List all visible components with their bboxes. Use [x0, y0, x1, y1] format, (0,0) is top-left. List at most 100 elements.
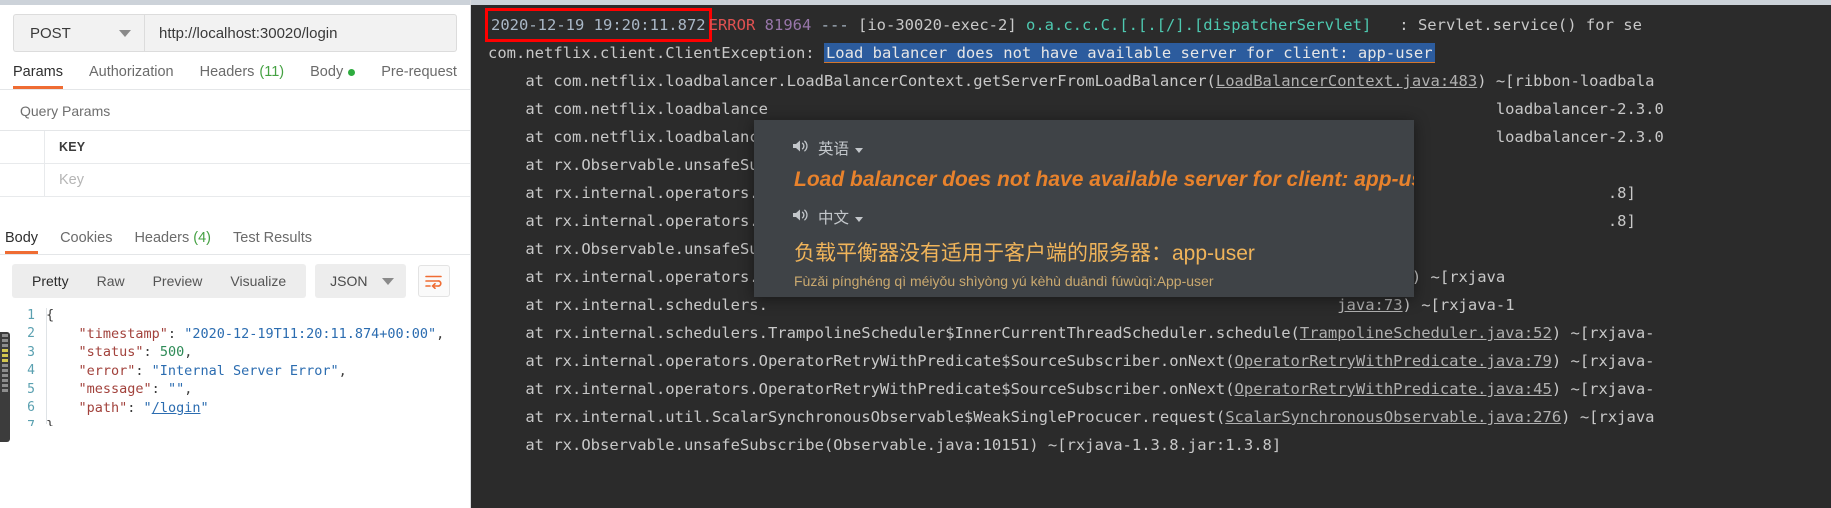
json-value: ""	[167, 381, 185, 398]
chevron-down-icon[interactable]	[855, 147, 864, 153]
format-visualize-button[interactable]: Visualize	[216, 264, 300, 298]
tab-body[interactable]: Body	[310, 64, 356, 89]
code-line: 2 "timestamp": "2020-12-19T11:20:11.874+…	[0, 325, 470, 344]
code-line: 1 {	[0, 306, 470, 325]
format-preview-button[interactable]: Preview	[139, 264, 217, 298]
query-params-table: KEY Key	[0, 130, 470, 197]
http-method-select[interactable]: POST	[13, 14, 144, 52]
body-present-dot-icon	[348, 68, 356, 76]
log-thread: [io-30020-exec-2]	[858, 16, 1017, 34]
request-tabs: Params Authorization Headers (11) Body P…	[0, 52, 470, 90]
table-header-row: KEY	[0, 131, 470, 164]
json-key: "message"	[46, 381, 152, 398]
minimap-line	[2, 384, 8, 387]
popup-source-lang-row[interactable]: 英语	[792, 137, 1414, 159]
tab-pre-request-label: Pre-request	[381, 64, 457, 80]
tab-headers[interactable]: Headers (11)	[200, 64, 285, 89]
tab-response-headers-label: Headers	[134, 230, 190, 246]
selected-exception-message[interactable]: Load balancer does not have available se…	[823, 43, 1435, 63]
format-raw-button[interactable]: Raw	[83, 264, 139, 298]
minimap-line	[2, 349, 8, 352]
source-link[interactable]: OperatorRetryWithPredicate.java:79	[1235, 352, 1552, 370]
tab-pre-request[interactable]: Pre-request	[381, 64, 457, 89]
response-format-toolbar: Pretty Raw Preview Visualize JSON	[0, 255, 470, 298]
response-body-code[interactable]: 1 { 2 "timestamp": "2020-12-19T11:20:11.…	[0, 306, 470, 426]
log-header-line: 2020-12-19 19:20:11.872 ERROR 81964 --- […	[471, 8, 1831, 42]
log-pid: 81964	[764, 16, 812, 34]
minimap-line	[2, 334, 8, 337]
minimap-line	[2, 339, 8, 342]
response-tabs: Body Cookies Headers (4) Test Results	[0, 219, 470, 255]
source-link[interactable]: OperatorRetryWithPredicate.java:45	[1235, 380, 1552, 398]
tab-authorization[interactable]: Authorization	[89, 64, 174, 89]
json-value: "2020-12-19T11:20:11.874+00:00"	[184, 325, 437, 342]
line-content: "status": 500,	[46, 344, 193, 361]
source-link[interactable]: ScalarSynchronousObservable.java:276	[1225, 408, 1561, 426]
chevron-down-icon	[119, 29, 131, 37]
app-root: POST http://localhost:30020/login Params…	[0, 0, 1831, 508]
row-checkbox[interactable]	[0, 164, 45, 196]
line-content: "path": "/login"	[46, 399, 209, 416]
line-content: "timestamp": "2020-12-19T11:20:11.874+00…	[46, 325, 445, 342]
key-input[interactable]: Key	[45, 164, 470, 196]
tab-headers-label: Headers	[199, 64, 255, 80]
source-link[interactable]: java:73	[1337, 296, 1402, 314]
tab-cookies[interactable]: Cookies	[60, 230, 112, 254]
tab-response-headers-count: (4)	[193, 230, 211, 246]
stack-line: at com.netflix.loadbalancer.LoadBalancer…	[488, 72, 1655, 90]
minimap-scroll-thumb[interactable]	[0, 332, 10, 442]
tab-test-results[interactable]: Test Results	[233, 230, 312, 254]
console-log-pane[interactable]: 2020-12-19 19:20:11.872 ERROR 81964 --- […	[471, 0, 1831, 508]
tab-headers-count: (11)	[259, 64, 285, 80]
minimap-line	[2, 354, 8, 357]
tab-params[interactable]: Params	[13, 64, 63, 89]
tab-response-body[interactable]: Body	[5, 230, 39, 254]
popup-source-text: Load balancer does not have available se…	[794, 168, 1414, 191]
word-wrap-button[interactable]	[417, 265, 450, 297]
minimap-line	[2, 344, 8, 347]
chevron-down-icon[interactable]	[855, 216, 864, 222]
word-wrap-icon	[425, 275, 442, 289]
language-select[interactable]: JSON	[315, 264, 406, 298]
speaker-icon[interactable]	[792, 207, 809, 228]
source-link[interactable]: TrampolineScheduler.java:52	[1300, 324, 1552, 342]
log-logger: o.a.c.c.C.[.[.[/].[dispatcherServlet]	[1026, 16, 1372, 34]
line-number: 1	[27, 307, 35, 323]
request-url-input[interactable]: http://localhost:30020/login	[144, 14, 457, 52]
popup-source-lang-label: 英语	[818, 141, 850, 158]
tab-params-label: Params	[13, 64, 63, 80]
minimap-line	[2, 374, 8, 377]
exception-line: com.netflix.client.ClientException: Load…	[471, 39, 1831, 67]
table-row[interactable]: Key	[0, 164, 470, 197]
source-link[interactable]: LoadBalancerContext.java:483	[1216, 72, 1477, 90]
format-pretty-button[interactable]: Pretty	[18, 264, 83, 298]
json-value: "Internal Server Error"	[151, 362, 339, 379]
log-message: : Servlet.service() for se	[1399, 16, 1642, 34]
stack-line: at rx.internal.schedulers.TrampolineSche…	[488, 324, 1655, 342]
code-line: 7 }	[0, 417, 470, 426]
chevron-down-icon	[381, 277, 394, 285]
stack-line: at rx.internal.operators.OperatorRetryWi…	[488, 380, 1655, 398]
popup-target-lang-row[interactable]: 中文	[792, 206, 1414, 228]
query-params-title: Query Params	[20, 103, 111, 119]
postman-pane: POST http://localhost:30020/login Params…	[0, 0, 471, 508]
http-method-label: POST	[30, 24, 71, 42]
code-line: 3 "status": 500,	[0, 343, 470, 362]
translation-popup[interactable]: 英语 Load balancer does not have available…	[754, 120, 1414, 297]
json-link-value[interactable]: /login	[152, 400, 201, 416]
json-key: "status"	[46, 344, 144, 361]
line-content: {	[46, 307, 55, 324]
exception-class: com.netflix.client.ClientException:	[488, 44, 824, 62]
code-line: 4 "error": "Internal Server Error",	[0, 362, 470, 381]
code-line: 5 "message": "",	[0, 380, 470, 399]
tab-response-headers[interactable]: Headers (4)	[134, 230, 211, 254]
speaker-icon[interactable]	[792, 138, 809, 159]
popup-pinyin: Fùzǎi pínghéng qì méiyǒu shìyòng yú kèhù…	[794, 273, 1214, 289]
stack-line: at rx.internal.operators.OperatorRetryWi…	[488, 352, 1655, 370]
json-key: "error"	[46, 362, 136, 379]
request-url-row: POST http://localhost:30020/login	[0, 5, 470, 52]
minimap-line	[2, 359, 8, 362]
code-line: 6 "path": "/login"	[0, 399, 470, 418]
json-key: "timestamp"	[46, 325, 168, 342]
stack-line: at rx.Observable.unsafeSubscribe(Observa…	[488, 436, 1282, 454]
